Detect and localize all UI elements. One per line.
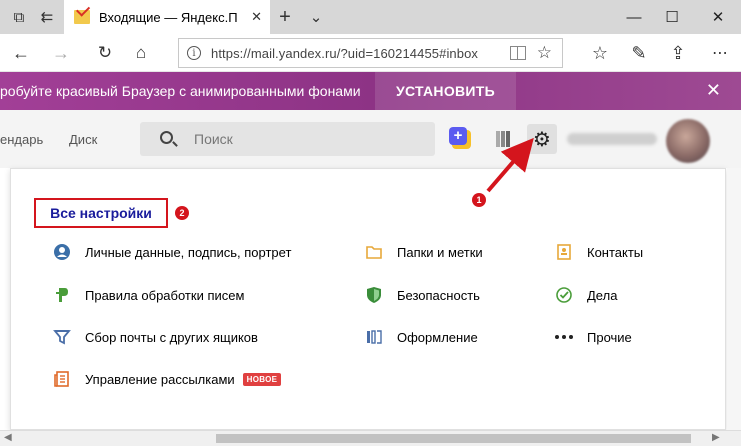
disk-link[interactable]: Диск (69, 132, 97, 147)
forward-icon[interactable]: → (44, 34, 78, 72)
search-placeholder: Поиск (194, 131, 233, 147)
tab-preview-icon[interactable]: ⇇ (32, 0, 62, 34)
search-input[interactable]: Поиск (140, 122, 435, 156)
scrollbar-thumb[interactable] (216, 434, 691, 443)
search-icon (160, 131, 173, 144)
folder-icon (364, 242, 384, 262)
shield-icon (364, 285, 384, 305)
url-text[interactable]: https://mail.yandex.ru/?uid=160214455#in… (211, 46, 478, 61)
reading-view-icon[interactable] (510, 46, 526, 60)
newsletter-icon (52, 369, 72, 389)
settings-item-folders[interactable]: Папки и метки (364, 242, 483, 262)
tab-title: Входящие — Яндекс.П (99, 9, 238, 25)
compose-icon[interactable]: + (449, 127, 471, 149)
settings-item-collect[interactable]: Сбор почты с других ящиков (52, 327, 258, 347)
horizontal-scrollbar[interactable]: ◀ ▶ (0, 430, 741, 446)
new-badge: НОВОЕ (242, 372, 282, 386)
settings-item-tasks[interactable]: Дела (554, 285, 617, 305)
themes-toggle-icon[interactable] (496, 131, 512, 147)
site-info-icon[interactable]: i (187, 46, 201, 60)
home-icon[interactable]: ⌂ (124, 34, 158, 72)
scroll-left-icon[interactable]: ◀ (4, 432, 12, 443)
mail-header: ендарь Диск Поиск + ⚙ (0, 110, 741, 168)
install-button[interactable]: УСТАНОВИТЬ (375, 72, 516, 110)
maximize-icon[interactable]: ☐ (652, 0, 692, 34)
refresh-icon[interactable]: ↻ (88, 34, 122, 72)
calendar-link[interactable]: ендарь (0, 132, 43, 147)
contacts-icon (554, 242, 574, 262)
person-icon (52, 242, 72, 262)
promo-text: робуйте красивый Браузер с анимированным… (0, 83, 361, 99)
settings-item-newsletters[interactable]: Управление рассылками НОВОЕ (52, 369, 282, 389)
promo-banner: робуйте красивый Браузер с анимированным… (0, 72, 741, 110)
vertical-scrollbar[interactable] (727, 168, 741, 430)
pen-notes-icon[interactable]: ✎ (622, 34, 656, 72)
address-bar-row: ← → ↻ ⌂ i https://mail.yandex.ru/?uid=16… (0, 34, 741, 72)
more-menu-icon[interactable]: ⋯ (703, 34, 737, 72)
themes-icon (364, 327, 384, 347)
tab-list-chevron-icon[interactable]: ⌄ (301, 0, 331, 34)
new-tab-icon[interactable]: + (270, 0, 300, 34)
tab-strip: ⧉ ⇇ Входящие — Яндекс.П ✕ + ⌄ — ☐ ✕ (0, 0, 741, 34)
favorites-hub-icon[interactable]: ☆ (583, 34, 617, 72)
yandex-mail-favicon-icon (74, 10, 90, 24)
settings-item-personal[interactable]: Личные данные, подпись, портрет (52, 242, 291, 262)
settings-item-rules[interactable]: Правила обработки писем (52, 285, 244, 305)
tab-close-icon[interactable]: ✕ (251, 9, 262, 25)
minimize-icon[interactable]: — (614, 0, 654, 34)
address-bar[interactable]: i https://mail.yandex.ru/?uid=160214455#… (178, 38, 563, 68)
funnel-icon (52, 327, 72, 347)
annotation-marker-1: 1 (472, 193, 486, 207)
all-settings-link[interactable]: Все настройки (34, 198, 168, 228)
settings-gear-icon[interactable]: ⚙ (527, 124, 557, 154)
user-name[interactable] (567, 133, 657, 145)
avatar[interactable] (666, 119, 710, 163)
more-icon (554, 327, 574, 347)
browser-tab[interactable]: Входящие — Яндекс.П ✕ (64, 0, 270, 34)
settings-item-other[interactable]: Прочие (554, 327, 632, 347)
share-icon[interactable]: ⇪ (661, 34, 695, 72)
promo-close-icon[interactable]: ✕ (706, 80, 721, 101)
all-settings-label[interactable]: Все настройки (50, 205, 152, 221)
scroll-right-icon[interactable]: ▶ (712, 432, 720, 443)
back-icon[interactable]: ← (4, 34, 38, 72)
rules-icon (52, 285, 72, 305)
settings-item-security[interactable]: Безопасность (364, 285, 480, 305)
favorite-star-icon[interactable]: ☆ (537, 43, 552, 63)
check-icon (554, 285, 574, 305)
settings-item-contacts[interactable]: Контакты (554, 242, 643, 262)
annotation-marker-2: 2 (175, 206, 189, 220)
settings-item-themes[interactable]: Оформление (364, 327, 478, 347)
tab-actions-icon[interactable]: ⧉ (4, 0, 34, 34)
window-close-icon[interactable]: ✕ (698, 0, 738, 34)
